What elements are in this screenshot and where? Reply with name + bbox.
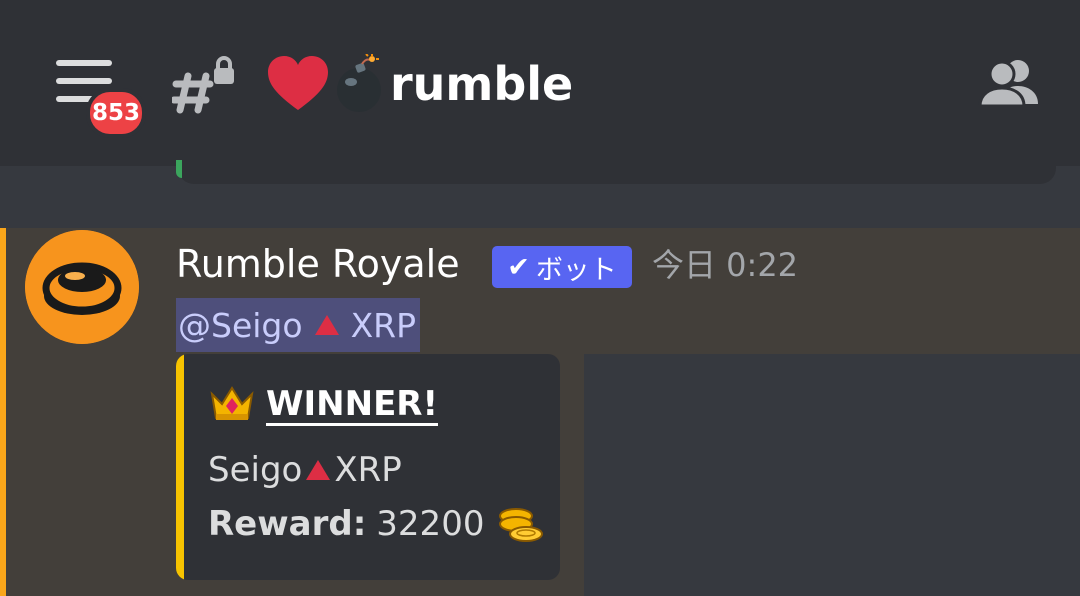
check-icon: ✔ — [507, 251, 530, 283]
crown-icon — [210, 386, 254, 420]
red-triangle-icon — [314, 315, 339, 335]
winner-embed: WINNER! Seigo XRP Reward: 32200 — [176, 354, 560, 580]
heart-emoji-icon — [268, 56, 328, 110]
winner-line: Seigo XRP — [208, 450, 402, 490]
channel-name: rumble — [390, 57, 574, 111]
channel-title: rumble — [266, 52, 573, 116]
bomb-emoji-icon — [337, 54, 381, 112]
rumble-royale-logo-icon — [25, 230, 139, 344]
unread-count-badge: 853 — [86, 88, 146, 138]
message-background — [584, 354, 1080, 596]
winner-name: Seigo — [208, 450, 303, 490]
coins-icon — [499, 508, 544, 542]
bot-tag: ✔ ボット — [492, 246, 632, 288]
winner-suffix: XRP — [334, 450, 402, 490]
mention-prefix: @Seigo — [178, 305, 303, 345]
reward-label: Reward: — [208, 504, 367, 544]
mention-highlight-bar — [0, 228, 6, 596]
embed-accent-bar — [176, 354, 184, 580]
embed-title: WINNER! — [208, 384, 438, 424]
mention-suffix: XRP — [350, 305, 416, 345]
members-icon[interactable] — [978, 58, 1040, 108]
timestamp: 今日 0:22 — [652, 246, 799, 284]
bot-tag-label: ボット — [535, 254, 617, 286]
reward-value: 32200 — [376, 504, 485, 544]
username[interactable]: Rumble Royale — [176, 238, 460, 290]
user-mention[interactable]: @Seigo XRP — [176, 298, 420, 352]
channel-header-content: 853 rumble — [0, 0, 1080, 166]
embed-title-text: WINNER! — [266, 384, 438, 424]
red-triangle-icon — [306, 460, 331, 480]
locked-hash-icon — [172, 56, 234, 114]
reward-line: Reward: 32200 — [208, 504, 546, 544]
avatar[interactable] — [25, 230, 139, 344]
